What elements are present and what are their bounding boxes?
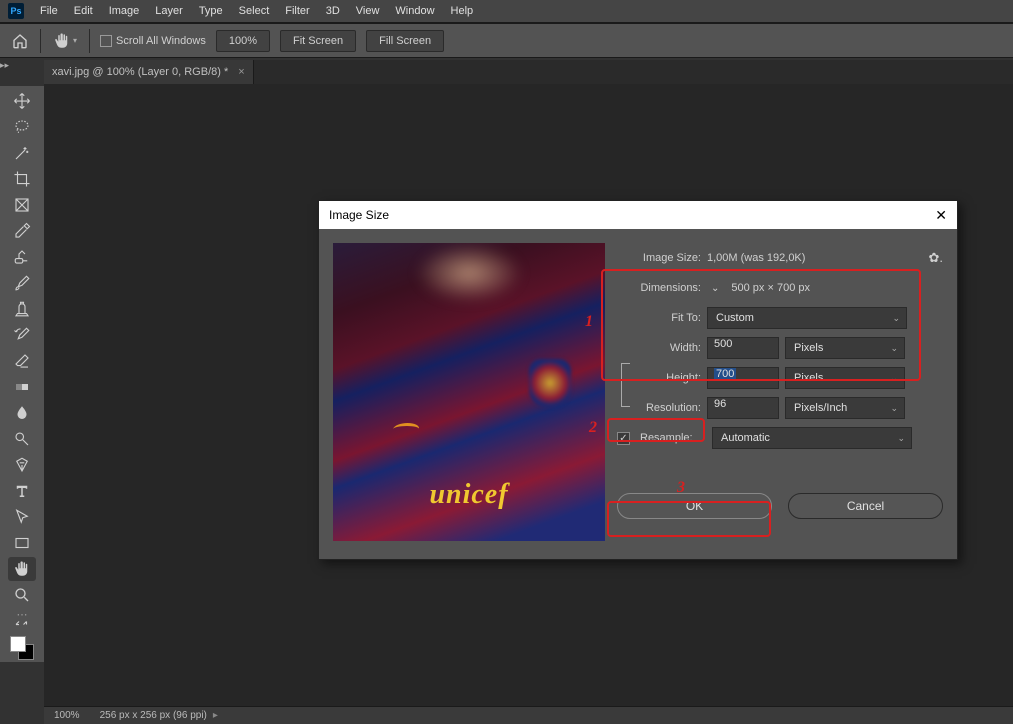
frame-tool-icon[interactable] (8, 193, 36, 217)
menu-layer[interactable]: Layer (147, 0, 191, 22)
width-unit-dropdown[interactable]: Pixels⌄ (785, 337, 905, 359)
close-icon[interactable]: × (238, 66, 244, 78)
gear-icon[interactable]: ✿. (928, 250, 943, 266)
options-bar: ▾ Scroll All Windows 100% Fit Screen Fil… (0, 24, 1013, 58)
magic-wand-tool-icon[interactable] (8, 141, 36, 165)
clone-stamp-tool-icon[interactable] (8, 297, 36, 321)
move-tool-icon[interactable] (8, 89, 36, 113)
resample-label: Resample: (640, 432, 706, 444)
healing-brush-tool-icon[interactable] (8, 245, 36, 269)
height-unit-dropdown[interactable]: Pixels⌄ (785, 367, 905, 389)
cancel-button[interactable]: Cancel (788, 493, 943, 519)
preview-text: unicef (429, 479, 508, 511)
app-logo: Ps (8, 3, 24, 19)
dialog-titlebar[interactable]: Image Size ✕ (319, 201, 957, 229)
pen-tool-icon[interactable] (8, 453, 36, 477)
eyedropper-tool-icon[interactable] (8, 219, 36, 243)
menu-edit[interactable]: Edit (66, 0, 101, 22)
crest-graphic (529, 359, 571, 407)
dimensions-menu-icon[interactable]: ⌄ (711, 283, 719, 294)
gradient-tool-icon[interactable] (8, 375, 36, 399)
menu-bar: Ps File Edit Image Layer Type Select Fil… (0, 0, 1013, 24)
foreground-background-colors[interactable] (8, 634, 36, 662)
dimensions-value: 500 px × 700 px (731, 282, 810, 294)
foreground-color-swatch[interactable] (10, 636, 26, 652)
dimensions-label: Dimensions: (617, 282, 701, 294)
image-size-dialog: Image Size ✕ unicef Image Size: 1,00M (w… (318, 200, 958, 560)
fit-to-label: Fit To: (617, 312, 701, 324)
fill-screen-button[interactable]: Fill Screen (366, 30, 444, 52)
fit-screen-button[interactable]: Fit Screen (280, 30, 356, 52)
document-tab-bar: xavi.jpg @ 100% (Layer 0, RGB/8) * × (44, 60, 1013, 84)
width-input[interactable]: 500 (707, 337, 779, 359)
eraser-tool-icon[interactable] (8, 349, 36, 373)
scroll-all-label: Scroll All Windows (116, 35, 206, 47)
menu-select[interactable]: Select (231, 0, 278, 22)
link-icon[interactable] (621, 363, 631, 405)
blur-tool-icon[interactable] (8, 401, 36, 425)
status-zoom[interactable]: 100% (54, 710, 80, 721)
menu-3d[interactable]: 3D (318, 0, 348, 22)
menu-type[interactable]: Type (191, 0, 231, 22)
close-icon[interactable]: ✕ (935, 207, 947, 224)
hand-tool-icon[interactable]: ▾ (51, 28, 79, 54)
tool-palette: ⋯ (0, 86, 44, 662)
zoom-level-button[interactable]: 100% (216, 30, 270, 52)
hand-tool-icon[interactable] (8, 557, 36, 581)
resample-checkbox[interactable]: ✓ (617, 432, 630, 445)
menu-image[interactable]: Image (101, 0, 148, 22)
height-label: Height: (631, 372, 701, 384)
image-size-value: 1,00M (was 192,0K) (707, 252, 805, 264)
menu-window[interactable]: Window (387, 0, 442, 22)
ok-button[interactable]: OK (617, 493, 772, 519)
image-preview: unicef (333, 243, 605, 541)
height-input[interactable]: 700 (707, 367, 779, 389)
document-tab[interactable]: xavi.jpg @ 100% (Layer 0, RGB/8) * × (44, 60, 254, 84)
history-brush-tool-icon[interactable] (8, 323, 36, 347)
zoom-tool-icon[interactable] (8, 583, 36, 607)
rectangle-tool-icon[interactable] (8, 531, 36, 555)
status-bar: 100% 256 px x 256 px (96 ppi)▸ (44, 706, 1013, 724)
menu-filter[interactable]: Filter (277, 0, 317, 22)
document-tab-title: xavi.jpg @ 100% (Layer 0, RGB/8) * (52, 66, 228, 78)
switch-colors-icon[interactable] (8, 617, 36, 629)
scroll-all-windows-checkbox[interactable]: Scroll All Windows (100, 35, 206, 47)
type-tool-icon[interactable] (8, 479, 36, 503)
home-icon[interactable] (10, 32, 30, 50)
expand-panels-icon[interactable]: ▸▸ (0, 60, 15, 70)
dialog-title: Image Size (329, 208, 389, 222)
image-size-label: Image Size: (617, 252, 701, 264)
menu-view[interactable]: View (348, 0, 388, 22)
fit-to-dropdown[interactable]: Custom⌄ (707, 307, 907, 329)
lasso-tool-icon[interactable] (8, 115, 36, 139)
width-label: Width: (631, 342, 701, 354)
status-docinfo[interactable]: 256 px x 256 px (96 ppi)▸ (100, 710, 218, 721)
path-selection-tool-icon[interactable] (8, 505, 36, 529)
resample-dropdown[interactable]: Automatic⌄ (712, 427, 912, 449)
resolution-input[interactable]: 96 (707, 397, 779, 419)
dodge-tool-icon[interactable] (8, 427, 36, 451)
menu-help[interactable]: Help (443, 0, 482, 22)
resolution-unit-dropdown[interactable]: Pixels/Inch⌄ (785, 397, 905, 419)
brush-tool-icon[interactable] (8, 271, 36, 295)
crop-tool-icon[interactable] (8, 167, 36, 191)
menu-file[interactable]: File (32, 0, 66, 22)
swoosh-graphic (391, 423, 420, 435)
